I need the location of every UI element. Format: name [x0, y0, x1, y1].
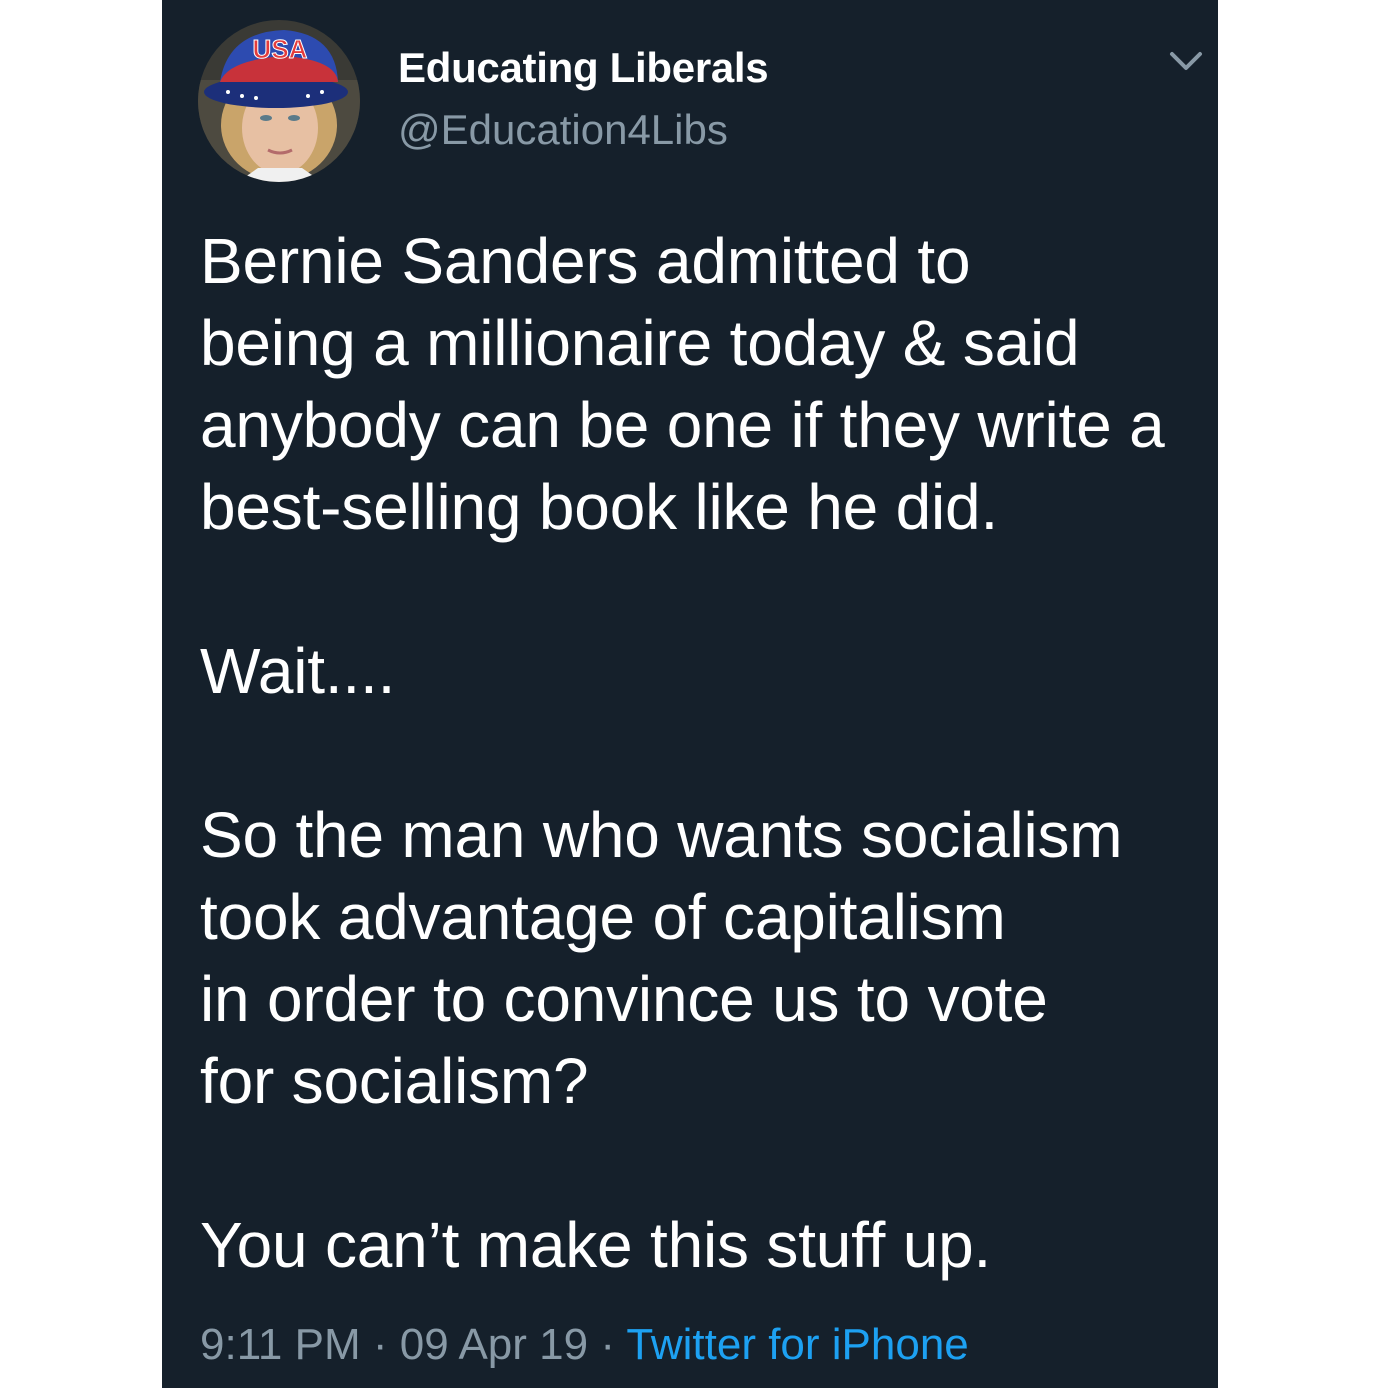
tweet-card: USA Educating Liberals @Education4Libs B…	[162, 0, 1218, 1388]
avatar-hat-text: USA	[253, 34, 308, 64]
tweet-date[interactable]: 09 Apr 19	[400, 1320, 588, 1369]
avatar[interactable]: USA	[198, 20, 360, 182]
tweet-text: Bernie Sanders admitted to being a milli…	[200, 225, 1165, 1281]
profile-photo-icon: USA	[198, 20, 360, 182]
tweet-time[interactable]: 9:11 PM	[200, 1320, 361, 1369]
chevron-down-icon[interactable]	[1166, 44, 1206, 78]
author-name[interactable]: Educating Liberals	[398, 44, 769, 92]
meta-separator: ·	[360, 1320, 400, 1369]
meta-separator: ·	[588, 1320, 627, 1369]
tweet-source-link[interactable]: Twitter for iPhone	[626, 1320, 968, 1369]
author-handle[interactable]: @Education4Libs	[398, 106, 728, 154]
tweet-meta: 9:11 PM · 09 Apr 19 · Twitter for iPhone	[200, 1320, 969, 1370]
